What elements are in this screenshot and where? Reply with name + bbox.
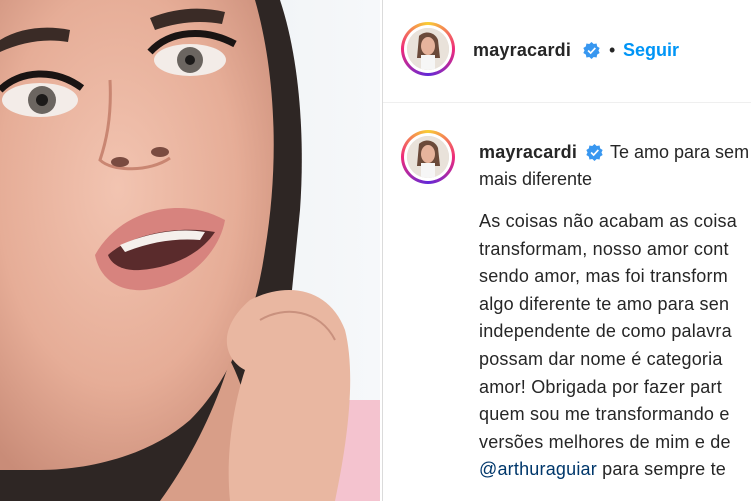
- post-side-panel: mayracardi • Seguir mayracardi Te amo pa…: [382, 0, 751, 501]
- avatar-photo-icon: [407, 136, 449, 178]
- caption-line: quem sou me transformando e: [479, 404, 730, 425]
- caption-first-line: Te amo para sem: [610, 142, 750, 162]
- caption-second-line: mais diferente: [479, 169, 593, 189]
- separator-dot: •: [609, 40, 616, 60]
- follow-button[interactable]: Seguir: [623, 40, 679, 61]
- verified-badge-icon: [586, 144, 603, 161]
- caption-line: possam dar nome é categoria: [479, 348, 723, 369]
- caption-body: As coisas não acabam as coisa transforma…: [479, 208, 751, 484]
- woman-crying-illustration: [0, 0, 380, 501]
- profile-avatar[interactable]: [401, 22, 455, 76]
- caption-last-text: para sempre te: [596, 459, 726, 480]
- caption-line: As coisas não acabam as coisa: [479, 211, 737, 231]
- comment-avatar[interactable]: [401, 130, 455, 184]
- verified-badge-icon: [583, 42, 600, 59]
- caption-line: sendo amor, mas foi transform: [479, 266, 728, 287]
- caption-line: versões melhores de mim e de: [479, 431, 731, 452]
- post-header: mayracardi • Seguir: [383, 0, 751, 103]
- caption-last-line: @arthuraguiar para sempre te: [479, 456, 751, 484]
- caption-line: transformam, nosso amor cont: [479, 238, 729, 259]
- avatar-photo-icon: [407, 28, 449, 70]
- header-username[interactable]: mayracardi: [473, 40, 571, 61]
- caption-line: independente de como palavra: [479, 321, 732, 342]
- comment-username[interactable]: mayracardi: [479, 142, 577, 163]
- caption-line: algo diferente te amo para sen: [479, 293, 730, 314]
- mention-link[interactable]: @arthuraguiar: [479, 459, 597, 479]
- post-photo: [0, 0, 380, 501]
- caption-line: amor! Obrigada por fazer part: [479, 376, 722, 397]
